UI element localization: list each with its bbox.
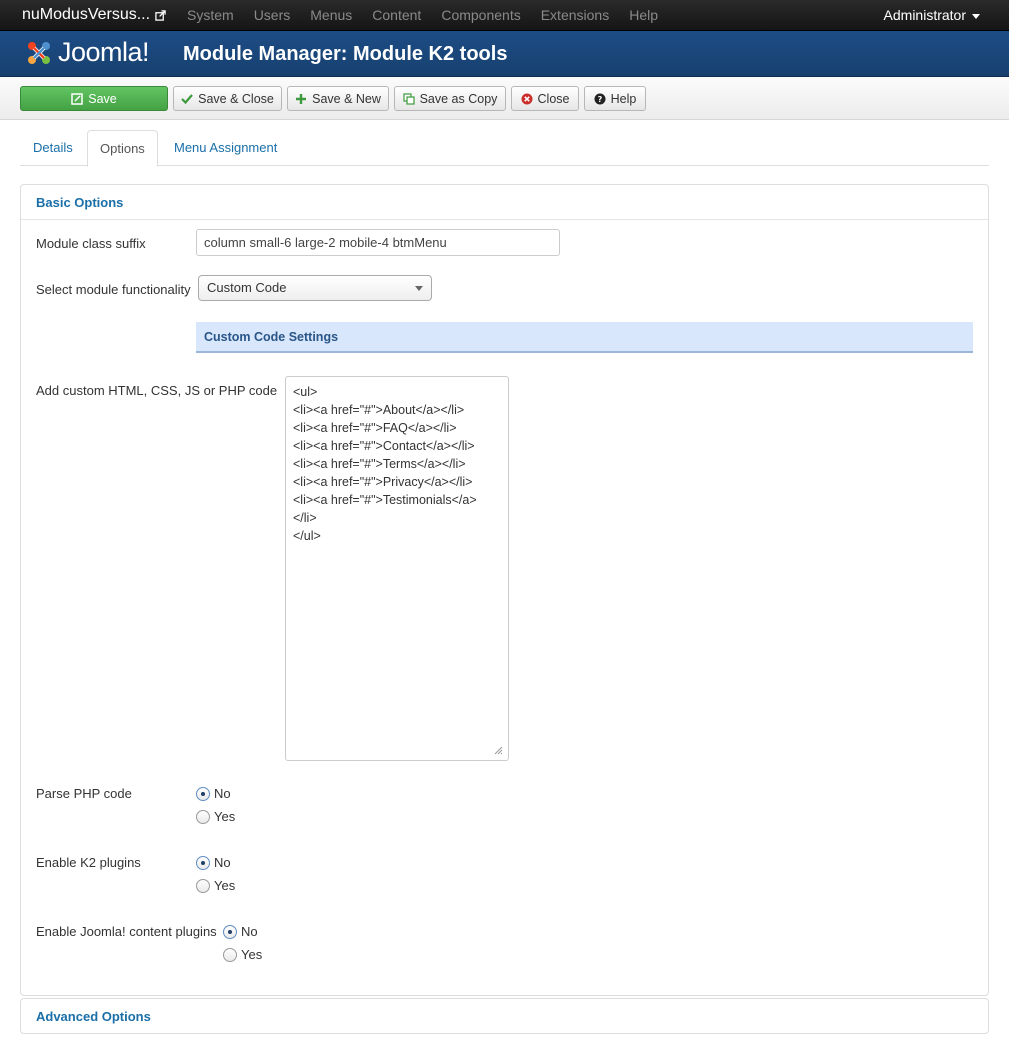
option-label: No: [241, 924, 258, 939]
functionality-value: Custom Code: [207, 280, 287, 295]
code-line: </li>: [293, 511, 317, 525]
menu-item-components[interactable]: Components: [441, 7, 520, 23]
toolbar: Save Save & Close Save & New Save as Cop…: [0, 77, 1009, 120]
save-close-button[interactable]: Save & Close: [173, 86, 282, 111]
joomla-plugins-label: Enable Joomla! content plugins: [36, 924, 217, 939]
code-line: <li><a href="#">Testimonials</a>: [293, 493, 477, 507]
code-line: <li><a href="#">About</a></li>: [293, 403, 465, 417]
close-icon: [521, 93, 533, 104]
edit-icon: [71, 92, 83, 105]
menu-item-content[interactable]: Content: [372, 7, 421, 23]
joomla-plugins-yes-option[interactable]: Yes: [223, 947, 262, 962]
radio-checked-icon[interactable]: [196, 786, 210, 801]
close-button[interactable]: Close: [511, 86, 579, 111]
page-title: Module Manager: Module K2 tools: [183, 43, 508, 65]
k2-plugins-label: Enable K2 plugins: [36, 855, 141, 870]
menu-item-extensions[interactable]: Extensions: [541, 7, 609, 23]
class-suffix-label: Module class suffix: [36, 236, 146, 251]
save-button[interactable]: Save: [20, 86, 168, 111]
advanced-options-heading[interactable]: Advanced Options: [21, 999, 988, 1034]
functionality-select[interactable]: Custom Code: [198, 275, 432, 301]
help-icon: ?: [594, 93, 606, 104]
custom-code-label: Add custom HTML, CSS, JS or PHP code: [36, 383, 278, 398]
code-line: <li><a href="#">Contact</a></li>: [293, 439, 475, 453]
svg-text:?: ?: [597, 95, 602, 104]
code-line: <li><a href="#">Terms</a></li>: [293, 457, 466, 471]
k2-plugins-yes-option[interactable]: Yes: [196, 878, 235, 893]
joomla-logo[interactable]: Joomla!: [24, 37, 150, 68]
site-name: nuModusVersus...: [22, 6, 151, 23]
custom-code-textarea[interactable]: <ul> <li><a href="#">About</a></li> <li>…: [285, 376, 509, 761]
class-suffix-input[interactable]: [196, 229, 560, 256]
close-label: Close: [537, 91, 570, 106]
top-navbar: nuModusVersus... System Users Menus Cont…: [0, 0, 1009, 31]
option-label: Yes: [241, 947, 263, 962]
option-label: Yes: [214, 809, 236, 824]
code-line: <ul>: [293, 385, 318, 399]
dropdown-arrow-icon: [415, 286, 423, 291]
radio-unchecked-icon[interactable]: [196, 809, 210, 824]
save-new-label: Save & New: [312, 91, 381, 106]
page-header: Joomla! Module Manager: Module K2 tools: [0, 31, 1009, 77]
tab-options[interactable]: Options: [87, 130, 158, 167]
help-button[interactable]: ? Help: [584, 86, 646, 111]
advanced-options-panel: Advanced Options: [20, 998, 989, 1034]
functionality-label: Select module functionality: [36, 282, 191, 297]
code-line: </ul>: [293, 529, 321, 543]
save-copy-button[interactable]: Save as Copy: [394, 86, 506, 111]
option-label: No: [214, 786, 231, 801]
menu-item-help[interactable]: Help: [629, 7, 658, 23]
basic-options-heading[interactable]: Basic Options: [21, 185, 988, 220]
option-label: Yes: [214, 878, 236, 893]
user-menu[interactable]: Administrator: [884, 7, 980, 23]
copy-icon: [402, 92, 415, 105]
plus-icon: [296, 93, 307, 104]
help-label: Help: [610, 91, 637, 106]
checkmark-icon: [181, 93, 193, 104]
resize-grip-icon[interactable]: [493, 745, 503, 755]
custom-code-settings-heading: Custom Code Settings: [196, 322, 973, 353]
save-new-button[interactable]: Save & New: [287, 86, 389, 111]
radio-unchecked-icon[interactable]: [223, 947, 237, 962]
tab-details[interactable]: Details: [21, 130, 85, 166]
logo-text: Joomla!: [58, 37, 150, 67]
save-close-label: Save & Close: [198, 91, 274, 106]
option-label: No: [214, 855, 231, 870]
main-menu: System Users Menus Content Components Ex…: [187, 7, 658, 23]
caret-down-icon: [972, 13, 980, 19]
code-line: <li><a href="#">Privacy</a></li>: [293, 475, 473, 489]
menu-item-system[interactable]: System: [187, 7, 234, 23]
user-name: Administrator: [883, 7, 966, 23]
joomla-plugins-no-option[interactable]: No: [223, 924, 258, 939]
save-copy-label: Save as Copy: [419, 91, 498, 106]
menu-item-menus[interactable]: Menus: [310, 7, 352, 23]
radio-checked-icon[interactable]: [223, 924, 237, 939]
tab-bar: Details Options Menu Assignment: [20, 130, 989, 167]
code-line: <li><a href="#">FAQ</a></li>: [293, 421, 457, 435]
site-link[interactable]: nuModusVersus...: [22, 6, 166, 24]
menu-item-users[interactable]: Users: [254, 7, 291, 23]
tab-menu-assignment[interactable]: Menu Assignment: [162, 130, 289, 166]
save-label: Save: [88, 91, 117, 106]
radio-checked-icon[interactable]: [196, 855, 210, 870]
parse-php-yes-option[interactable]: Yes: [196, 809, 235, 824]
parse-php-label: Parse PHP code: [36, 786, 132, 801]
external-link-icon: [155, 9, 166, 21]
parse-php-no-option[interactable]: No: [196, 786, 231, 801]
k2-plugins-no-option[interactable]: No: [196, 855, 231, 870]
joomla-logo-icon: [28, 41, 50, 64]
radio-unchecked-icon[interactable]: [196, 878, 210, 893]
